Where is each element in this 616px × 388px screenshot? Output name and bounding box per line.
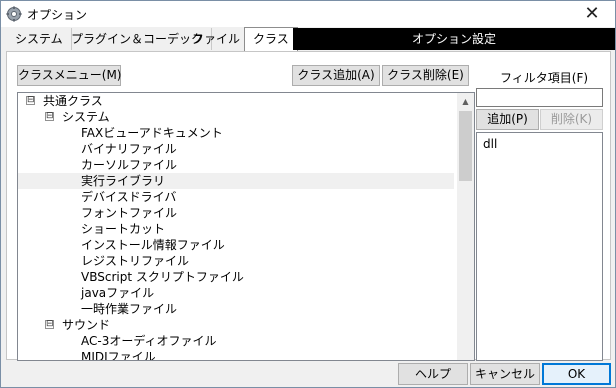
scroll-up-arrow-icon[interactable]: ▲ — [457, 93, 474, 110]
title-bar: オプション ✕ — [1, 1, 615, 27]
add-filter-button[interactable]: 追加(P) — [476, 109, 539, 130]
tree-item[interactable]: デバイスドライバ — [18, 189, 454, 205]
tab-strip: システム プラグイン＆コーデック ファイル クラス オプション設定 — [1, 27, 615, 51]
tree-item[interactable]: ⊟ システム — [18, 109, 454, 125]
help-button[interactable]: ヘルプ — [398, 363, 468, 385]
collapse-icon[interactable]: ⊟ — [45, 320, 54, 329]
tree-item[interactable]: カーソルファイル — [18, 157, 454, 173]
collapse-icon[interactable]: ⊟ — [45, 112, 54, 121]
tree-item[interactable]: VBScript スクリプトファイル — [18, 269, 454, 285]
tree-item-label: バイナリファイル — [81, 142, 177, 156]
tree-item[interactable]: javaファイル — [18, 285, 454, 301]
dialog-footer: ヘルプ キャンセル OK — [1, 360, 615, 387]
tree-item-label: 一時作業ファイル — [81, 302, 178, 316]
tree-item-label: カーソルファイル — [81, 158, 178, 172]
tree-item-label: システム — [62, 110, 110, 124]
tree-item-label: レジストリファイル — [81, 254, 190, 268]
tree-item[interactable]: ⊟ 共通クラス — [18, 93, 454, 109]
class-tab-panel: クラスメニュー(M) クラス追加(A) クラス削除(E) フィルタ項目(F) ⊟… — [6, 51, 611, 361]
tree-item-selected[interactable]: 実行ライブラリ — [18, 173, 454, 189]
close-button[interactable]: ✕ — [569, 1, 615, 27]
tab-class[interactable]: クラス — [244, 27, 298, 51]
window-title: オプション — [27, 8, 88, 22]
collapse-icon[interactable]: ⊟ — [26, 96, 35, 105]
tab-file[interactable]: ファイル — [184, 28, 250, 50]
tree-item-label: AC-3オーディオファイル — [81, 334, 217, 348]
tree-item[interactable]: インストール情報ファイル — [18, 237, 454, 253]
options-settings-header: オプション設定 — [293, 28, 615, 50]
tree-item-label: インストール情報ファイル — [81, 238, 225, 252]
tree-item-label: VBScript スクリプトファイル — [81, 270, 244, 284]
tree-item-label: サウンド — [62, 318, 111, 332]
tree-item-label: 実行ライブラリ — [81, 174, 166, 188]
delete-filter-button[interactable]: 削除(K) — [540, 109, 603, 130]
tree-item[interactable]: AC-3オーディオファイル — [18, 333, 454, 349]
tree-item-label: フォントファイル — [81, 206, 178, 220]
filter-items-list[interactable]: dll — [476, 132, 603, 361]
tree-item[interactable]: ショートカット — [18, 221, 454, 237]
filter-items-label: フィルタ項目(F) — [500, 71, 589, 85]
options-dialog: オプション ✕ システム プラグイン＆コーデック ファイル クラス オプション設… — [0, 0, 616, 388]
tree-item-label: FAXビューアドキュメント — [81, 126, 223, 140]
class-tree[interactable]: ⊟ 共通クラス ⊟ システム FAXビューアドキュメント バイナリファイル カー… — [17, 92, 475, 361]
tree-item[interactable]: レジストリファイル — [18, 253, 454, 269]
tree-item-label: 共通クラス — [43, 94, 103, 108]
ok-button[interactable]: OK — [542, 363, 611, 385]
cancel-button[interactable]: キャンセル — [470, 363, 540, 385]
tree-item[interactable]: バイナリファイル — [18, 141, 454, 157]
tree-item-label: ショートカット — [81, 222, 166, 236]
tree-item[interactable]: フォントファイル — [18, 205, 454, 221]
class-menu-button[interactable]: クラスメニュー(M) — [17, 65, 121, 86]
tree-item[interactable]: 一時作業ファイル — [18, 301, 454, 317]
add-class-button[interactable]: クラス追加(A) — [292, 65, 380, 86]
scrollbar-thumb[interactable] — [459, 111, 472, 181]
tab-system[interactable]: システム — [7, 28, 72, 50]
delete-class-button[interactable]: クラス削除(E) — [382, 65, 469, 86]
filter-list-item[interactable]: dll — [483, 137, 497, 151]
tree-vertical-scrollbar[interactable]: ▲ — [457, 93, 474, 360]
tree-item[interactable]: FAXビューアドキュメント — [18, 125, 454, 141]
filter-item-input[interactable] — [476, 88, 603, 107]
tree-item-label: デバイスドライバ — [81, 190, 177, 204]
close-icon: ✕ — [584, 3, 600, 24]
gear-icon — [6, 6, 22, 22]
tree-item[interactable]: ⊟ サウンド — [18, 317, 454, 333]
tree-item-label: javaファイル — [81, 286, 155, 300]
